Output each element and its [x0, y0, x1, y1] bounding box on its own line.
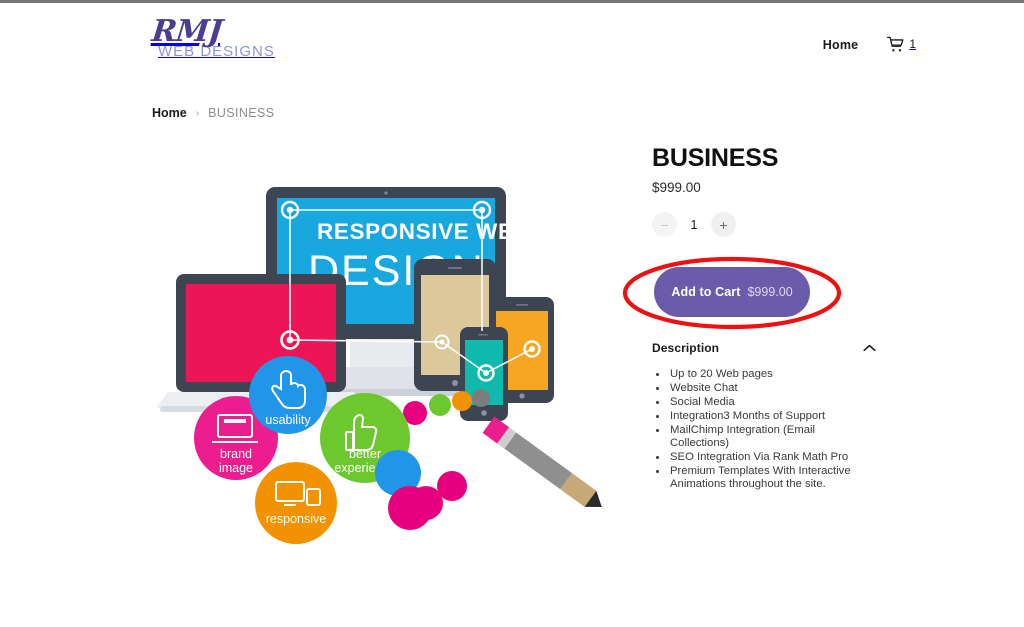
- list-item: Integration3 Months of Support: [668, 410, 876, 423]
- description-feature-list: Up to 20 Web pages Website Chat Social M…: [668, 368, 876, 492]
- description-section: Description Up to 20 Web pages Website C…: [652, 341, 876, 492]
- main-navigation: Home 1: [823, 35, 916, 54]
- bubble-label-responsive: responsive: [266, 512, 326, 526]
- quantity-increase-button[interactable]: +: [711, 212, 736, 237]
- list-item: Up to 20 Web pages: [668, 368, 876, 381]
- site-logo[interactable]: RMJ WEB DESIGNS: [148, 14, 328, 73]
- breadcrumb-item-current: BUSINESS: [208, 106, 275, 120]
- breadcrumb: Home › BUSINESS: [152, 106, 275, 120]
- product-details: BUSINESS $999.00 − 1 +: [652, 143, 882, 237]
- bubble-label-brand: brand: [220, 447, 252, 461]
- add-to-cart-price: $999.00: [747, 285, 793, 299]
- list-item: Social Media: [668, 396, 876, 409]
- shopping-cart-icon: [887, 36, 904, 52]
- description-accordion-header[interactable]: Description: [652, 341, 876, 365]
- quantity-decrease-button[interactable]: −: [652, 212, 677, 237]
- quantity-stepper: − 1 +: [652, 212, 882, 237]
- logo-mark-text: RMJ: [150, 14, 224, 49]
- breadcrumb-separator-icon: ›: [195, 107, 200, 119]
- add-to-cart-button[interactable]: Add to Cart $999.00: [654, 267, 810, 317]
- responsive-web-design-illustration: RESPONSIVE WEB DESIGN brand image usabil…: [156, 187, 602, 544]
- nav-item-home[interactable]: Home: [823, 38, 859, 52]
- bubble-label-usability: usability: [265, 413, 311, 427]
- list-item: Premium Templates With Interactive Anima…: [668, 465, 876, 492]
- add-to-cart-label: Add to Cart: [671, 285, 741, 299]
- product-page: RMJ WEB DESIGNS Home 1 Home › BUSINESS R…: [0, 3, 1024, 627]
- list-item: SEO Integration Via Rank Math Pro: [668, 451, 876, 464]
- site-header: RMJ WEB DESIGNS Home 1: [0, 3, 1024, 91]
- bubble-responsive: [255, 462, 337, 544]
- product-title: BUSINESS: [652, 144, 779, 172]
- add-to-cart-area: Add to Cart $999.00: [620, 255, 844, 331]
- product-image[interactable]: RESPONSIVE WEB DESIGN brand image usabil…: [150, 143, 620, 563]
- breadcrumb-item-home[interactable]: Home: [152, 106, 187, 120]
- bubble-label-better: better: [349, 447, 381, 461]
- description-title: Description: [652, 341, 720, 355]
- list-item: MailChimp Integration (Email Collections…: [668, 424, 876, 451]
- bubble-label-image: image: [219, 461, 253, 475]
- cart-button[interactable]: 1: [886, 35, 916, 54]
- illustration-headline-top: RESPONSIVE WEB: [317, 219, 530, 244]
- cart-item-count: 1: [909, 37, 916, 51]
- chevron-up-icon[interactable]: [863, 344, 876, 352]
- list-item: Website Chat: [668, 382, 876, 395]
- product-price: $999.00: [652, 180, 701, 195]
- quantity-value[interactable]: 1: [681, 218, 707, 232]
